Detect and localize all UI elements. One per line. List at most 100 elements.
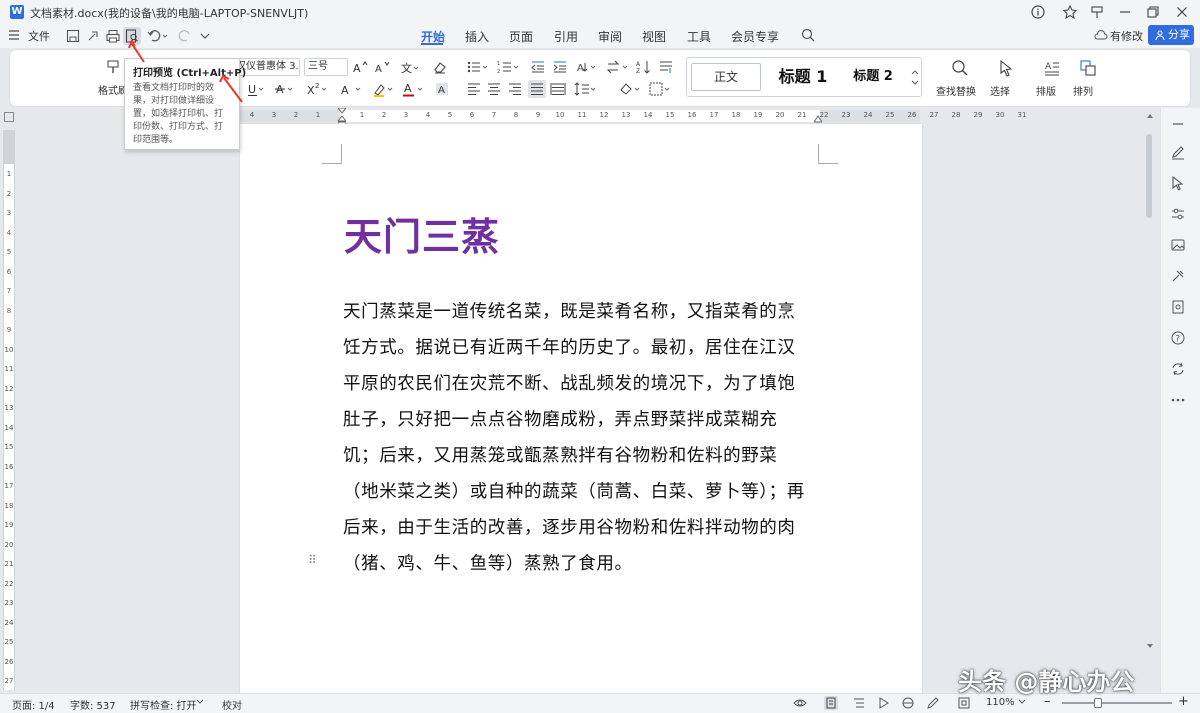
font-size-select[interactable]: 三号 bbox=[304, 58, 348, 76]
scroll-up-icon[interactable] bbox=[1146, 112, 1154, 120]
superscript-icon[interactable]: X2 bbox=[306, 81, 327, 97]
style-normal[interactable]: 正文 bbox=[691, 63, 761, 91]
select-cursor-icon[interactable] bbox=[996, 58, 1016, 78]
paragraph-drag-handle-icon[interactable]: ⠿ bbox=[308, 553, 317, 567]
share-button[interactable]: 分享 bbox=[1148, 25, 1194, 45]
restore-icon[interactable] bbox=[1145, 4, 1161, 20]
vertical-ruler-number: 11 bbox=[4, 365, 14, 373]
spellcheck-status[interactable]: 拼写检查: 打开 bbox=[130, 697, 197, 712]
adjust-icon[interactable] bbox=[1170, 206, 1186, 222]
word-count[interactable]: 字数: 537 bbox=[70, 697, 116, 712]
proofread-button[interactable]: 校对 bbox=[222, 697, 242, 712]
ruler-number: 3 bbox=[271, 111, 277, 119]
increase-indent-icon[interactable] bbox=[552, 59, 568, 75]
select-pointer-icon[interactable] bbox=[1170, 175, 1186, 191]
more-icon[interactable] bbox=[1170, 392, 1186, 408]
align-right-icon[interactable] bbox=[507, 81, 523, 97]
zoom-level[interactable]: 110% bbox=[986, 697, 1015, 708]
zoom-in-button[interactable]: + bbox=[1178, 694, 1189, 709]
help-icon[interactable]: ? bbox=[1170, 330, 1186, 346]
layout-label[interactable]: 排版 bbox=[1036, 83, 1056, 98]
select-label[interactable]: 选择 bbox=[990, 83, 1010, 98]
skin-icon[interactable] bbox=[1062, 4, 1078, 20]
tab-review[interactable]: 审阅 bbox=[598, 28, 622, 45]
save-icon[interactable] bbox=[64, 27, 82, 45]
ruler-number: 28 bbox=[951, 111, 961, 119]
tab-references[interactable]: 引用 bbox=[554, 28, 578, 45]
style-scroll-chevron-icon[interactable] bbox=[911, 66, 919, 90]
ruler-number: 5 bbox=[447, 111, 453, 119]
page-count[interactable]: 页面: 1/4 bbox=[12, 697, 55, 712]
pen-mode-icon[interactable] bbox=[926, 696, 940, 710]
web-view-icon[interactable] bbox=[901, 696, 915, 710]
bullet-list-icon[interactable] bbox=[466, 59, 488, 75]
pin-icon[interactable] bbox=[1089, 4, 1105, 20]
tab-tools[interactable]: 工具 bbox=[687, 28, 711, 45]
play-icon[interactable] bbox=[876, 696, 890, 710]
shrink-font-icon[interactable]: A bbox=[374, 59, 390, 75]
page-view-icon[interactable] bbox=[824, 696, 838, 710]
find-replace-label[interactable]: 查找替换 bbox=[936, 83, 976, 98]
pen-icon[interactable] bbox=[1170, 144, 1186, 160]
zoom-slider[interactable] bbox=[1062, 702, 1172, 704]
modified-status[interactable]: 有修改 bbox=[1110, 28, 1143, 44]
char-shading-icon[interactable]: A bbox=[434, 81, 450, 97]
svg-text:Z: Z bbox=[636, 68, 640, 75]
tab-member[interactable]: 会员专享 bbox=[731, 28, 779, 45]
style-heading1[interactable]: 标题 1 bbox=[771, 58, 835, 96]
book-icon[interactable] bbox=[1170, 299, 1186, 315]
swap-icon[interactable] bbox=[606, 59, 628, 75]
file-menu[interactable]: 文件 bbox=[28, 28, 50, 44]
tab-stop-selector[interactable] bbox=[4, 112, 14, 122]
tools-icon[interactable] bbox=[1170, 268, 1186, 284]
text-effect-icon[interactable]: A bbox=[340, 81, 361, 97]
minimize-icon[interactable] bbox=[1117, 4, 1133, 20]
style-heading2[interactable]: 标题 2 bbox=[843, 58, 903, 96]
right-indent-marker[interactable] bbox=[814, 115, 822, 123]
refresh-icon[interactable] bbox=[1170, 361, 1186, 377]
line-spacing-icon[interactable] bbox=[574, 81, 596, 97]
pinyin-icon[interactable]: 文 bbox=[400, 59, 419, 75]
menu-icon[interactable] bbox=[8, 28, 20, 42]
eye-protect-icon[interactable] bbox=[793, 696, 807, 710]
highlight-icon[interactable] bbox=[372, 81, 393, 97]
export-icon[interactable] bbox=[84, 27, 102, 45]
arrange-icon[interactable] bbox=[1078, 58, 1098, 78]
align-center-icon[interactable] bbox=[486, 81, 502, 97]
info-icon[interactable] bbox=[1030, 4, 1046, 20]
decrease-indent-icon[interactable] bbox=[530, 59, 546, 75]
search-icon[interactable] bbox=[800, 27, 816, 43]
document-body[interactable]: 天门蒸菜是一道传统名菜，既是菜肴名称，又指菜肴的烹饪方式。据说已有近两千年的历史… bbox=[343, 294, 805, 582]
find-replace-icon[interactable] bbox=[950, 58, 970, 78]
arrange-label[interactable]: 排列 bbox=[1073, 83, 1093, 98]
clear-format-icon[interactable] bbox=[432, 59, 448, 75]
close-icon[interactable] bbox=[1174, 4, 1190, 20]
distribute-icon[interactable] bbox=[550, 81, 566, 97]
fit-page-icon[interactable] bbox=[957, 696, 971, 710]
justify-icon[interactable] bbox=[528, 80, 546, 98]
outline-view-icon[interactable] bbox=[852, 696, 866, 710]
show-marks-icon[interactable] bbox=[658, 59, 674, 75]
document-heading[interactable]: 天门三蒸 bbox=[344, 206, 500, 261]
font-color-icon[interactable]: A bbox=[402, 81, 423, 97]
scroll-down-icon[interactable] bbox=[1146, 642, 1154, 650]
vertical-scrollbar[interactable] bbox=[1146, 134, 1152, 218]
zoom-chevron-icon[interactable] bbox=[1018, 699, 1026, 705]
svg-text:A: A bbox=[1045, 62, 1052, 72]
text-direction-icon[interactable]: A bbox=[576, 59, 596, 75]
sort-icon[interactable]: AZ bbox=[636, 59, 652, 75]
spellcheck-chevron-icon[interactable] bbox=[196, 699, 204, 705]
tab-view[interactable]: 视图 bbox=[642, 28, 666, 45]
grow-font-icon[interactable]: A bbox=[352, 59, 368, 75]
numbered-list-icon[interactable]: 12 bbox=[497, 59, 519, 75]
tab-insert[interactable]: 插入 bbox=[465, 28, 489, 45]
borders-icon[interactable] bbox=[648, 81, 670, 97]
layout-icon[interactable]: A bbox=[1042, 58, 1062, 78]
align-left-icon[interactable] bbox=[466, 81, 482, 97]
image-icon[interactable] bbox=[1170, 237, 1186, 253]
svg-text:文: 文 bbox=[401, 61, 412, 75]
tab-page[interactable]: 页面 bbox=[509, 28, 533, 45]
collapse-icon[interactable] bbox=[1170, 116, 1186, 132]
shading-icon[interactable] bbox=[618, 81, 640, 97]
zoom-slider-thumb[interactable] bbox=[1094, 698, 1103, 708]
